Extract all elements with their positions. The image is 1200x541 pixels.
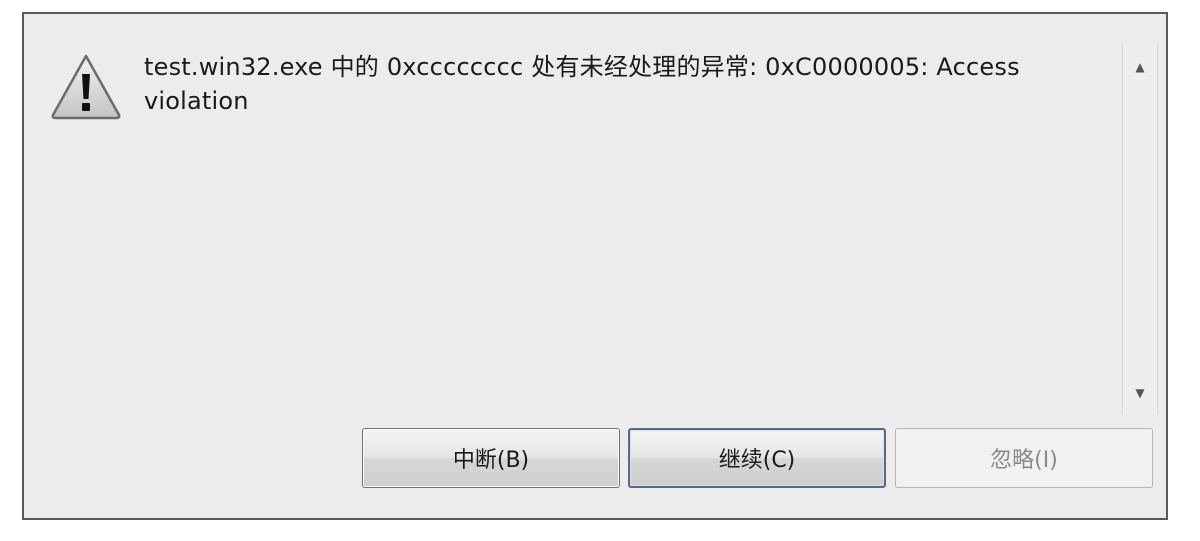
continue-button[interactable]: 继续(C) bbox=[628, 428, 886, 488]
scroll-down-arrow-icon[interactable]: ▼ bbox=[1123, 378, 1157, 408]
exception-message: test.win32.exe 中的 0xcccccccc 处有未经处理的异常: … bbox=[144, 53, 1020, 115]
scroll-up-arrow-icon[interactable]: ▲ bbox=[1123, 52, 1157, 82]
warning-triangle-icon bbox=[51, 54, 121, 120]
continue-button-label: 继续(C) bbox=[718, 448, 796, 473]
break-button-label: 中断(B) bbox=[452, 448, 530, 473]
exception-dialog: test.win32.exe 中的 0xcccccccc 处有未经处理的异常: … bbox=[22, 12, 1168, 520]
break-button[interactable]: 中断(B) bbox=[362, 428, 620, 488]
message-scrollbar[interactable]: ▲ ▼ bbox=[1122, 44, 1158, 414]
ignore-button-label: 忽略(I) bbox=[990, 448, 1058, 473]
ignore-button: 忽略(I) bbox=[895, 428, 1153, 488]
